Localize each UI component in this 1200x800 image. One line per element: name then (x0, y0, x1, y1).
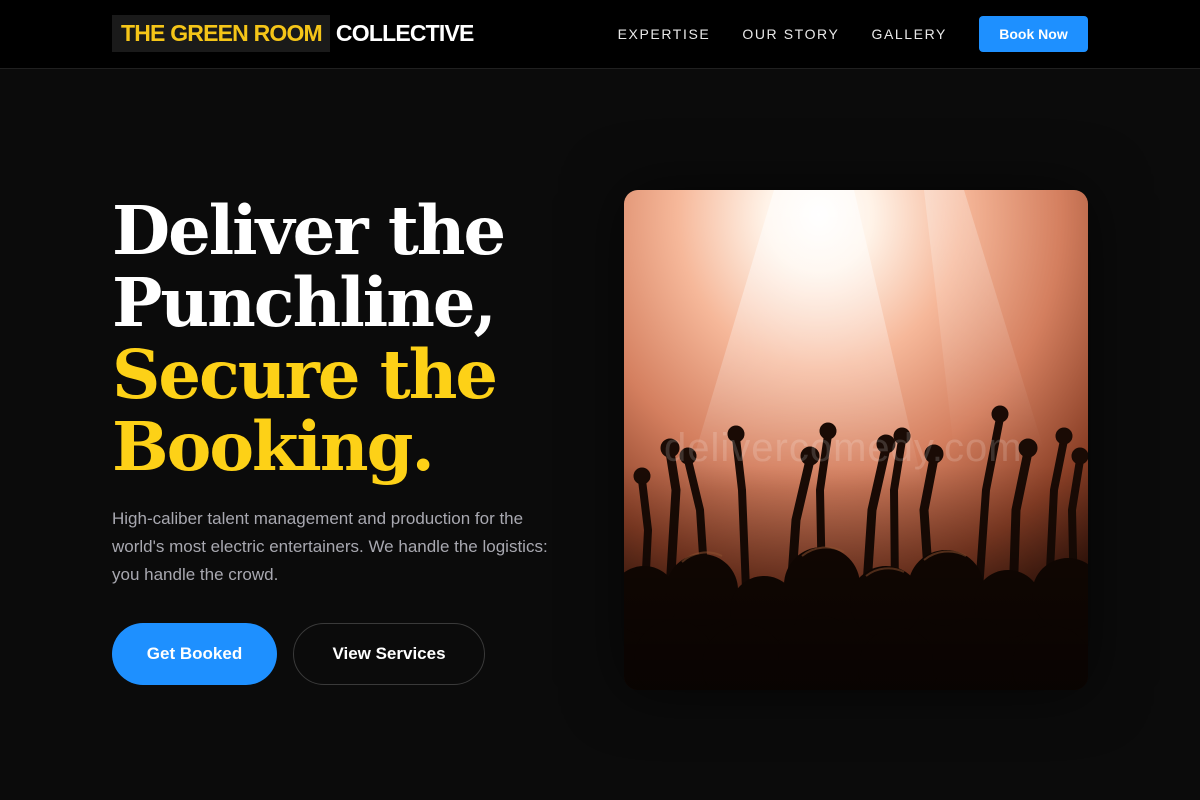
hero-text: Deliver the Punchline, Secure the Bookin… (112, 195, 582, 589)
hero-description: High-caliber talent management and produ… (112, 509, 548, 584)
image-watermark: delivercomedy.com (664, 426, 1023, 470)
hero-actions: Get Booked View Services (112, 623, 485, 685)
main-nav: EXPERTISE OUR STORY GALLERY Book Now (618, 0, 1088, 68)
site-header: THE GREEN ROOM COLLECTIVE EXPERTISE OUR … (0, 0, 1200, 69)
hero-title-line-2: Punchline, (112, 263, 497, 342)
nav-link-our-story[interactable]: OUR STORY (742, 26, 839, 42)
logo[interactable]: THE GREEN ROOM COLLECTIVE (112, 15, 474, 52)
logo-highlight-text: THE GREEN ROOM (112, 15, 330, 52)
hero-title-accent-line-1: Secure the (112, 335, 498, 414)
hero-title: Deliver the Punchline, Secure the Bookin… (112, 195, 582, 483)
get-booked-button[interactable]: Get Booked (112, 623, 277, 685)
book-now-button[interactable]: Book Now (979, 16, 1088, 52)
hero-concert-image: delivercomedy.com (624, 190, 1088, 690)
nav-link-gallery[interactable]: GALLERY (871, 26, 947, 42)
view-services-button[interactable]: View Services (293, 623, 485, 685)
logo-rest-text: COLLECTIVE (335, 20, 474, 46)
nav-link-expertise[interactable]: EXPERTISE (618, 26, 711, 42)
hero-title-line-1: Deliver the (112, 191, 506, 270)
hero-title-accent-line-2: Booking. (112, 407, 435, 486)
